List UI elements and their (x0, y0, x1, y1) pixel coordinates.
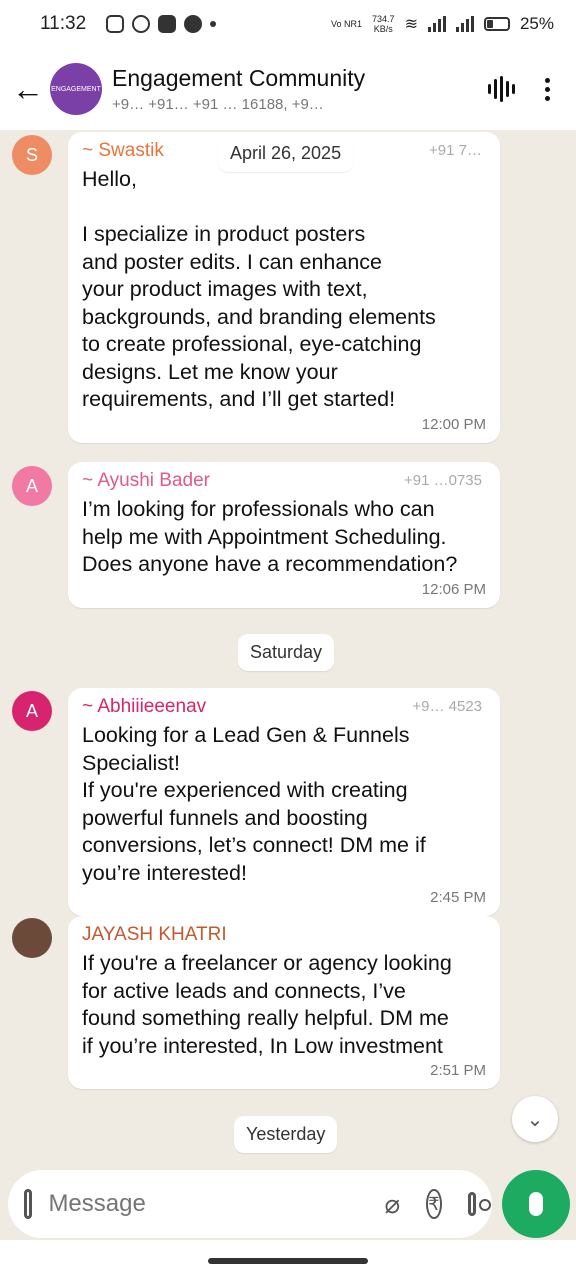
signal-icon-2 (455, 16, 474, 32)
message-time: 2:51 PM (430, 1062, 486, 1079)
group-avatar[interactable]: ENGAGEMENT (50, 63, 102, 115)
message-time: 2:45 PM (430, 889, 486, 906)
net-speed-unit: KB/s (373, 24, 393, 34)
sticker-icon[interactable] (24, 1189, 33, 1219)
avatar-jayash-khatri[interactable] (12, 918, 52, 958)
payment-rupee-icon[interactable]: ₹ (426, 1189, 442, 1219)
group-title: Engagement Community (112, 65, 366, 91)
message-text: If you're a freelancer or agency looking… (82, 951, 452, 1058)
avatar-ayushi[interactable]: A (12, 466, 52, 506)
wifi-icon: ≋ (404, 16, 418, 33)
mic-button[interactable] (502, 1170, 570, 1238)
gesture-bar (208, 1258, 368, 1264)
network-type-label: Vo NR1 (331, 19, 363, 29)
group-info[interactable]: Engagement Community +9… +91… +91 … 1618… (112, 65, 488, 113)
avatar-letter: S (25, 144, 38, 165)
whatsapp-icon (132, 15, 151, 33)
date-chip-yesterday: Yesterday (234, 1116, 338, 1153)
voice-chat-icon[interactable] (488, 76, 515, 102)
avatar-letter: A (25, 700, 38, 721)
attach-icon[interactable]: ⌀ (384, 1189, 400, 1220)
date-chip-saturday: Saturday (238, 634, 335, 671)
message-input[interactable] (48, 1190, 359, 1218)
chat-header: ← ENGAGEMENT Engagement Community +9… +9… (0, 48, 576, 130)
battery-percent: 25% (519, 14, 554, 33)
sender-phone: +91 7… (429, 142, 482, 159)
avatar-swastik[interactable]: S (12, 135, 52, 175)
net-speed-value: 734.7 (372, 14, 395, 24)
notification-icons (106, 15, 217, 33)
header-actions (488, 76, 564, 102)
group-avatar-text: ENGAGEMENT (51, 85, 101, 93)
battery-icon (483, 17, 510, 31)
message-bubble-ayushi[interactable]: ~ Ayushi Bader +91 …0735 I’m looking for… (68, 462, 500, 608)
message-bubble-abhiiieeenav[interactable]: ~ Abhiiieeenav +9… 4523 Looking for a Le… (68, 688, 500, 916)
chat-area[interactable]: S ~ Swastik +91 7… Hello, I specialize i… (0, 130, 576, 1240)
sender-phone: +9… 4523 (412, 698, 482, 715)
net-speed: 734.7 KB/s (372, 14, 395, 34)
message-text: Looking for a Lead Gen & Funnels Special… (82, 723, 426, 885)
amazon-icon (158, 15, 177, 33)
avatar-letter: A (25, 475, 38, 496)
date-chip-top: April 26, 2025 (218, 135, 354, 172)
signal-icon (427, 16, 446, 32)
camera-icon[interactable] (467, 1192, 492, 1216)
message-bubble-swastik[interactable]: ~ Swastik +91 7… Hello, I specialize in … (68, 132, 500, 443)
more-notifications-dot-icon (210, 21, 217, 27)
instagram-icon (106, 15, 125, 33)
message-time: 12:00 PM (421, 415, 486, 433)
message-composer: ⌀ ₹ (8, 1170, 492, 1238)
status-time: 11:32 (40, 13, 87, 34)
message-text: I’m looking for professionals who can he… (82, 497, 458, 576)
scroll-to-bottom-icon[interactable]: ⌄ (512, 1096, 558, 1142)
message-time: 12:06 PM (421, 580, 486, 598)
message-bubble-jayash-khatri[interactable]: JAYASH KHATRI If you're a freelancer or … (68, 916, 500, 1089)
avatar-abhiiieeenav[interactable]: A (12, 691, 52, 731)
status-right: Vo NR1 734.7 KB/s ≋ 25% (331, 14, 554, 34)
group-members: +9… +91… +91 … 16188, +9… (112, 96, 324, 113)
app-notification-icon (184, 15, 203, 33)
sender-phone: +91 …0735 (404, 472, 482, 489)
message-text: Hello, I specialize in product posters a… (82, 167, 436, 411)
sender-name[interactable]: JAYASH KHATRI (82, 924, 486, 946)
more-options-icon[interactable] (545, 77, 550, 101)
mic-icon (529, 1192, 543, 1216)
status-bar: 11:32 Vo NR1 734.7 KB/s ≋ 25% (0, 0, 576, 48)
back-arrow-icon[interactable]: ← (12, 71, 46, 108)
